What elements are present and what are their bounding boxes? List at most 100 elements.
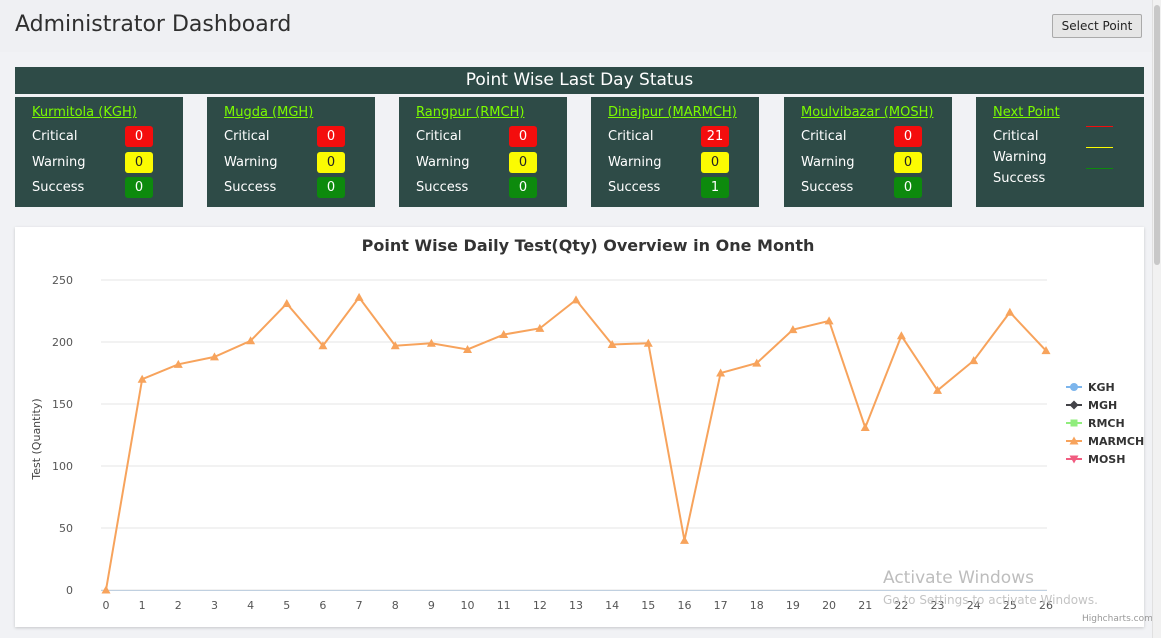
status-card: Kurmitola (KGH) Critical 0 Warning 0 Success 0 xyxy=(15,97,183,207)
x-tick-label: 9 xyxy=(428,599,435,612)
y-tick-label: 0 xyxy=(66,584,73,597)
top-bar: Administrator Dashboard Select Point xyxy=(0,0,1161,52)
point-link[interactable]: Moulvibazar (MOSH) xyxy=(801,105,933,120)
x-tick-label: 17 xyxy=(714,599,728,612)
critical-label: Critical xyxy=(993,129,1039,144)
success-count-badge: 0 xyxy=(125,177,153,198)
y-tick-label: 250 xyxy=(52,274,73,287)
status-card: Rangpur (RMCH) Critical 0 Warning 0 Success 0 xyxy=(399,97,567,207)
status-card: Moulvibazar (MOSH) Critical 0 Warning 0 Succe… xyxy=(784,97,952,207)
warning-label: Warning xyxy=(608,155,662,170)
legend-item-label: KGH xyxy=(1088,381,1115,394)
x-tick-label: 13 xyxy=(569,599,583,612)
point-link[interactable]: Rangpur (RMCH) xyxy=(416,105,524,120)
x-tick-label: 19 xyxy=(786,599,800,612)
critical-count-badge: 0 xyxy=(509,126,537,147)
legend-marker xyxy=(1070,419,1078,427)
data-point xyxy=(679,535,689,544)
warning-label: Warning xyxy=(801,155,855,170)
critical-label: Critical xyxy=(416,129,462,144)
data-point xyxy=(824,316,834,325)
data-point xyxy=(860,423,870,432)
success-color-swatch xyxy=(1086,168,1113,169)
series-line-marmch xyxy=(105,295,1047,591)
activate-windows-hint: Go to Settings to activate Windows. xyxy=(883,593,1098,607)
critical-label: Critical xyxy=(224,129,270,144)
data-point xyxy=(354,292,364,301)
x-tick-label: 12 xyxy=(533,599,547,612)
line-chart: Point Wise Daily Test(Qty) Overview in O… xyxy=(30,236,1144,612)
y-axis-label: Test (Quantity) xyxy=(30,398,43,480)
success-label: Success xyxy=(224,180,277,195)
x-tick-label: 5 xyxy=(283,599,290,612)
warning-count-badge: 0 xyxy=(509,152,537,173)
point-link[interactable]: Dinajpur (MARMCH) xyxy=(608,105,737,120)
status-card-next-point: Next Point Critical Warning Success xyxy=(976,97,1144,207)
success-label: Success xyxy=(32,180,85,195)
x-tick-label: 7 xyxy=(356,599,363,612)
success-count-badge: 1 xyxy=(701,177,729,198)
legend-item-label: MGH xyxy=(1088,399,1117,412)
highcharts-credits[interactable]: Highcharts.com xyxy=(1082,614,1153,624)
x-tick-label: 2 xyxy=(175,599,182,612)
warning-label: Warning xyxy=(32,155,86,170)
success-label: Success xyxy=(608,180,661,195)
x-tick-label: 8 xyxy=(392,599,399,612)
x-tick-label: 18 xyxy=(750,599,764,612)
x-tick-label: 16 xyxy=(677,599,691,612)
page-title: Administrator Dashboard xyxy=(15,12,292,37)
data-point xyxy=(571,295,581,304)
select-point-button[interactable]: Select Point xyxy=(1052,14,1142,38)
x-tick-label: 20 xyxy=(822,599,836,612)
data-point xyxy=(282,299,292,308)
chart-title: Point Wise Daily Test(Qty) Overview in O… xyxy=(362,236,815,255)
next-point-link[interactable]: Next Point xyxy=(993,105,1060,120)
legend-item-label: RMCH xyxy=(1088,417,1125,430)
x-tick-label: 0 xyxy=(103,599,110,612)
success-count-badge: 0 xyxy=(317,177,345,198)
x-tick-label: 3 xyxy=(211,599,218,612)
chart-panel: Point Wise Daily Test(Qty) Overview in O… xyxy=(15,227,1144,627)
success-label: Success xyxy=(993,171,1046,186)
warning-label: Warning xyxy=(993,150,1047,165)
x-tick-label: 21 xyxy=(858,599,872,612)
critical-label: Critical xyxy=(32,129,78,144)
x-tick-label: 1 xyxy=(139,599,146,612)
warning-label: Warning xyxy=(224,155,278,170)
y-tick-label: 200 xyxy=(52,336,73,349)
x-tick-label: 14 xyxy=(605,599,619,612)
warning-color-swatch xyxy=(1086,147,1113,148)
critical-label: Critical xyxy=(608,129,654,144)
x-tick-label: 11 xyxy=(497,599,511,612)
data-point xyxy=(1005,307,1015,316)
x-tick-label: 4 xyxy=(247,599,254,612)
y-tick-label: 50 xyxy=(59,522,73,535)
critical-count-badge: 0 xyxy=(894,126,922,147)
scrollbar-thumb[interactable] xyxy=(1154,5,1160,265)
warning-count-badge: 0 xyxy=(125,152,153,173)
x-tick-label: 6 xyxy=(319,599,326,612)
warning-label: Warning xyxy=(416,155,470,170)
x-tick-label: 15 xyxy=(641,599,655,612)
activate-windows-watermark: Activate Windows xyxy=(883,568,1034,588)
success-count-badge: 0 xyxy=(509,177,537,198)
point-link[interactable]: Mugda (MGH) xyxy=(224,105,313,120)
warning-count-badge: 0 xyxy=(894,152,922,173)
y-tick-label: 150 xyxy=(52,398,73,411)
y-tick-label: 100 xyxy=(52,460,73,473)
status-section-title: Point Wise Last Day Status xyxy=(15,67,1144,94)
status-card: Dinajpur (MARMCH) Critical 21 Warning 0 Succe… xyxy=(591,97,759,207)
point-link[interactable]: Kurmitola (KGH) xyxy=(32,105,137,120)
legend-marker xyxy=(1070,383,1078,391)
status-card: Mugda (MGH) Critical 0 Warning 0 Success 0 xyxy=(207,97,375,207)
success-count-badge: 0 xyxy=(894,177,922,198)
warning-count-badge: 0 xyxy=(317,152,345,173)
success-label: Success xyxy=(416,180,469,195)
legend-item-label: MOSH xyxy=(1088,453,1125,466)
page-scrollbar[interactable] xyxy=(1152,0,1161,638)
legend-item-label: MARMCH xyxy=(1088,435,1144,448)
data-point xyxy=(896,331,906,340)
warning-count-badge: 0 xyxy=(701,152,729,173)
success-label: Success xyxy=(801,180,854,195)
x-tick-label: 10 xyxy=(461,599,475,612)
